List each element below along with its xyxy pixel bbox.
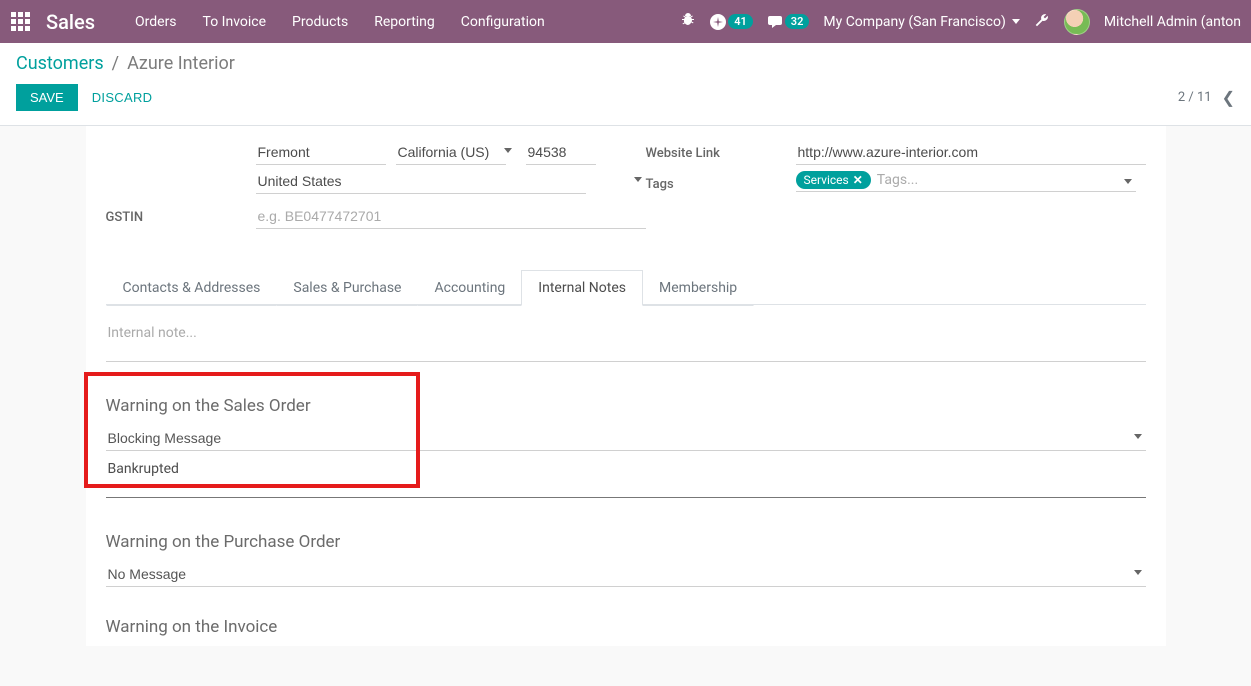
tab-contacts[interactable]: Contacts & Addresses — [106, 270, 278, 306]
discard-button[interactable]: DISCARD — [78, 84, 167, 111]
zip-field[interactable] — [526, 140, 596, 165]
app-brand[interactable]: Sales — [40, 10, 115, 34]
tabs: Contacts & Addresses Sales & Purchase Ac… — [106, 269, 1146, 305]
company-name: My Company (San Francisco) — [823, 14, 1005, 30]
purchase-warning-type-select[interactable] — [106, 562, 1146, 587]
breadcrumb-sep: / — [112, 53, 119, 74]
city-field[interactable] — [256, 140, 386, 165]
breadcrumb-root[interactable]: Customers — [16, 53, 104, 74]
gstin-field[interactable] — [256, 204, 646, 229]
control-panel: Customers / Azure Interior SAVE DISCARD … — [0, 43, 1251, 126]
user-name[interactable]: Mitchell Admin (anton — [1104, 14, 1241, 30]
topbar: Sales Orders To Invoice Products Reporti… — [0, 0, 1251, 43]
gstin-label: GSTIN — [106, 204, 256, 225]
website-label: Website Link — [646, 140, 796, 161]
menu-to-invoice[interactable]: To Invoice — [203, 14, 267, 30]
tags-placeholder: Tags... — [877, 172, 1136, 188]
caret-down-icon — [1012, 19, 1020, 24]
internal-note-field[interactable] — [106, 321, 1146, 362]
menu-products[interactable]: Products — [292, 14, 348, 30]
tag-chip: Services ✕ — [796, 171, 871, 189]
invoice-warning-title: Warning on the Invoice — [106, 617, 1146, 637]
company-switcher[interactable]: My Company (San Francisco) — [823, 14, 1019, 30]
tags-label: Tags — [646, 171, 796, 192]
tags-field[interactable]: Services ✕ Tags... — [796, 171, 1136, 192]
top-menu: Orders To Invoice Products Reporting Con… — [115, 14, 545, 30]
apps-icon[interactable] — [0, 12, 40, 31]
tab-accounting[interactable]: Accounting — [417, 270, 522, 306]
menu-orders[interactable]: Orders — [135, 14, 177, 30]
pager: 2 / 11 ❮ — [1178, 88, 1235, 107]
tag-remove-icon[interactable]: ✕ — [853, 173, 863, 187]
activities-icon[interactable]: 41 — [710, 14, 753, 30]
country-field[interactable] — [256, 169, 586, 194]
tag-chip-label: Services — [804, 173, 849, 187]
state-field[interactable] — [396, 140, 506, 165]
activities-count: 41 — [728, 14, 753, 29]
purchase-warning-title: Warning on the Purchase Order — [106, 532, 1146, 552]
sales-warning-message-field[interactable] — [106, 457, 1146, 498]
discuss-icon[interactable]: 32 — [767, 14, 810, 30]
breadcrumb-current: Azure Interior — [127, 53, 235, 74]
tab-internal-notes[interactable]: Internal Notes — [521, 270, 643, 306]
tab-sales[interactable]: Sales & Purchase — [276, 270, 418, 306]
sales-warning-type-select[interactable] — [106, 426, 1146, 451]
sales-warning-title: Warning on the Sales Order — [106, 396, 1146, 416]
dev-tools-icon[interactable] — [1034, 12, 1050, 32]
discuss-count: 32 — [785, 14, 810, 29]
breadcrumb: Customers / Azure Interior — [16, 53, 1235, 74]
debug-icon[interactable] — [680, 12, 696, 32]
save-button[interactable]: SAVE — [16, 84, 78, 111]
user-avatar[interactable] — [1064, 9, 1090, 35]
pager-prev[interactable]: ❮ — [1222, 88, 1235, 107]
menu-configuration[interactable]: Configuration — [461, 14, 545, 30]
form-sheet: GSTIN Website Link Tags Services — [86, 126, 1166, 646]
tab-membership[interactable]: Membership — [642, 270, 754, 306]
menu-reporting[interactable]: Reporting — [374, 14, 435, 30]
pager-position[interactable]: 2 / 11 — [1178, 90, 1212, 105]
tab-body-internal-notes: Warning on the Sales Order Warning on th… — [106, 305, 1146, 637]
caret-down-icon — [634, 177, 642, 182]
website-field[interactable] — [796, 140, 1146, 165]
